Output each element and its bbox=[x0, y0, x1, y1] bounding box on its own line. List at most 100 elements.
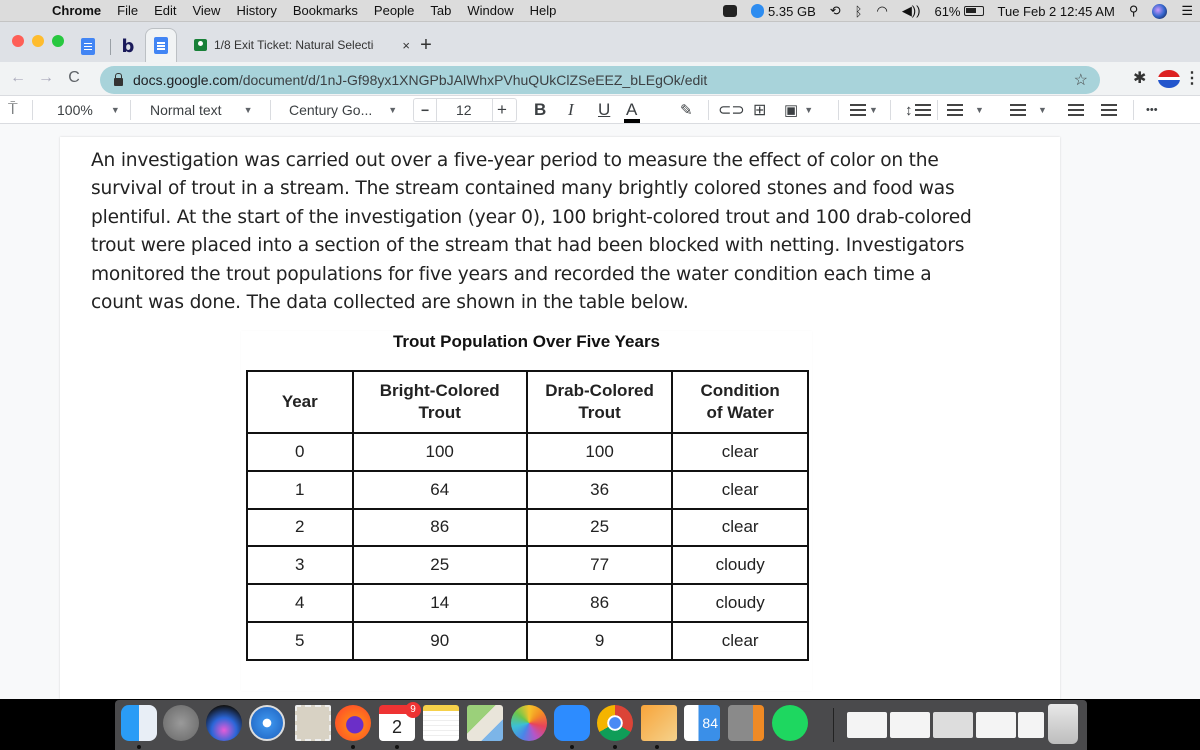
memory-status[interactable]: 5.35 GB bbox=[744, 4, 823, 19]
bulleted-list-icon[interactable]: ▼ bbox=[1010, 96, 1047, 124]
menu-bookmarks[interactable]: Bookmarks bbox=[285, 3, 366, 18]
bold-button[interactable]: B bbox=[534, 96, 546, 124]
launchpad-icon[interactable] bbox=[163, 705, 199, 741]
minimized-window[interactable] bbox=[890, 712, 930, 738]
spotify-icon[interactable] bbox=[772, 705, 808, 741]
add-comment-icon[interactable]: ⊞ bbox=[753, 96, 766, 124]
volume-icon[interactable]: ◀)) bbox=[895, 3, 928, 19]
cell-condition: clear bbox=[671, 507, 809, 548]
pages-icon[interactable] bbox=[641, 705, 677, 741]
decrease-indent-icon[interactable] bbox=[1068, 96, 1084, 124]
toolbar-divider bbox=[270, 100, 271, 120]
close-window-button[interactable] bbox=[12, 35, 24, 47]
trout-table-image[interactable]: Trout Population Over Five Years Year Br… bbox=[241, 331, 812, 691]
close-tab-icon[interactable]: × bbox=[402, 38, 410, 53]
pinned-tab-docs[interactable] bbox=[72, 30, 104, 62]
bluetooth-icon[interactable]: ᛒ bbox=[848, 4, 870, 19]
docs-toolbar: ⍑ 100% ▼ Normal text ▼ Century Go... ▼ − 12… bbox=[0, 96, 1200, 124]
table-row: 4 14 86 cloudy bbox=[246, 583, 809, 623]
minimize-window-button[interactable] bbox=[32, 35, 44, 47]
menu-people[interactable]: People bbox=[366, 3, 422, 18]
forward-button[interactable]: → bbox=[36, 69, 56, 87]
menu-chrome[interactable]: Chrome bbox=[44, 3, 109, 18]
finder-icon[interactable] bbox=[121, 705, 157, 741]
more-options-button[interactable]: ••• bbox=[1146, 96, 1158, 124]
safari-icon[interactable] bbox=[249, 705, 285, 741]
chrome-menu-kebab-icon[interactable]: ⋮ bbox=[1184, 68, 1200, 88]
decrease-font-size-button[interactable]: − bbox=[421, 96, 429, 124]
paint-format-icon[interactable]: ⍑ bbox=[8, 96, 18, 124]
battery-status[interactable]: 61% bbox=[927, 4, 990, 19]
menu-edit[interactable]: Edit bbox=[146, 3, 184, 18]
mail-icon[interactable] bbox=[295, 705, 331, 741]
fullscreen-window-button[interactable] bbox=[52, 35, 64, 47]
menu-history[interactable]: History bbox=[228, 3, 284, 18]
clock[interactable]: Tue Feb 2 12:45 AM bbox=[991, 4, 1122, 19]
siri-dock-icon[interactable] bbox=[206, 705, 242, 741]
cell-bright: 25 bbox=[351, 545, 528, 586]
notification-center-icon[interactable]: ☰ bbox=[1174, 3, 1200, 19]
menu-file[interactable]: File bbox=[109, 3, 146, 18]
profile-avatar[interactable] bbox=[1158, 70, 1180, 88]
font-family-select[interactable]: Century Go... ▼ bbox=[289, 96, 397, 124]
table-row: 1 64 36 clear bbox=[246, 469, 809, 510]
insert-image-icon[interactable]: ▣ ▼ bbox=[784, 96, 813, 124]
cell-condition: clear bbox=[671, 469, 809, 510]
menu-tab[interactable]: Tab bbox=[422, 3, 459, 18]
tab-divider bbox=[110, 39, 111, 55]
spotlight-search-icon[interactable]: ⚲ bbox=[1122, 3, 1146, 19]
document-paragraph[interactable]: An investigation was carried out over a … bbox=[91, 147, 1021, 317]
extensions-puzzle-icon[interactable]: ✱ bbox=[1133, 68, 1146, 88]
siri-icon[interactable] bbox=[1145, 3, 1174, 19]
trash-icon[interactable] bbox=[1048, 704, 1078, 744]
wifi-icon[interactable]: ◠ bbox=[869, 3, 894, 19]
tab-exit-ticket[interactable]: 1/8 Exit Ticket: Natural Selectio × bbox=[178, 28, 426, 62]
bookmark-star-icon[interactable]: ☆ bbox=[1074, 70, 1088, 90]
minimized-window[interactable] bbox=[1018, 712, 1044, 738]
menu-window[interactable]: Window bbox=[459, 3, 521, 18]
lock-icon[interactable] bbox=[114, 73, 123, 86]
chevron-down-icon: ▼ bbox=[110, 105, 120, 115]
notes-icon[interactable] bbox=[423, 705, 459, 741]
italic-button[interactable]: I bbox=[568, 96, 574, 124]
menu-view[interactable]: View bbox=[184, 3, 228, 18]
zoom-status-icon[interactable] bbox=[716, 5, 744, 17]
zoom-app-icon[interactable] bbox=[554, 705, 590, 741]
paragraph-style-select[interactable]: Normal text ▼ bbox=[150, 96, 253, 124]
calculator-icon[interactable] bbox=[728, 705, 764, 741]
cell-year: 2 bbox=[246, 507, 354, 548]
cell-drab: 100 bbox=[525, 432, 674, 472]
cell-year: 0 bbox=[246, 432, 354, 472]
chevron-down-icon: ▼ bbox=[1038, 105, 1047, 115]
firefox-icon[interactable] bbox=[335, 705, 371, 741]
new-tab-button[interactable]: + bbox=[414, 34, 438, 58]
reload-button[interactable]: C bbox=[64, 69, 84, 87]
line-spacing-icon[interactable]: ↕ bbox=[905, 96, 931, 124]
font-size-input[interactable]: 12 bbox=[456, 96, 472, 124]
highlight-pen-icon[interactable]: ✎ bbox=[680, 96, 693, 124]
back-button[interactable]: ← bbox=[8, 69, 28, 87]
table-row: 5 90 9 clear bbox=[246, 620, 809, 661]
increase-font-size-button[interactable]: + bbox=[497, 96, 507, 124]
pinned-tab-docs-active[interactable] bbox=[145, 28, 177, 62]
menu-help[interactable]: Help bbox=[522, 3, 565, 18]
running-indicator bbox=[613, 745, 617, 749]
align-left-icon[interactable]: ▼ bbox=[850, 96, 878, 124]
url-input[interactable]: docs.google.com/document/d/1nJ-Gf98yx1XN… bbox=[100, 66, 1100, 94]
chrome-icon[interactable] bbox=[597, 705, 633, 741]
pinned-tab-b[interactable]: b bbox=[112, 30, 144, 62]
google-docs-icon bbox=[81, 37, 95, 55]
insert-link-icon[interactable]: ⊂⊃ bbox=[718, 96, 745, 124]
zoom-select[interactable]: 100% ▼ bbox=[57, 96, 120, 124]
numbers-icon[interactable]: 84 bbox=[684, 705, 720, 741]
minimized-window[interactable] bbox=[976, 712, 1016, 738]
numbered-list-icon[interactable]: ▼ bbox=[947, 96, 984, 124]
increase-indent-icon[interactable] bbox=[1101, 96, 1117, 124]
underline-button[interactable]: U bbox=[598, 96, 610, 124]
photos-icon[interactable] bbox=[511, 705, 547, 741]
time-machine-icon[interactable]: ⟲ bbox=[823, 3, 848, 19]
maps-icon[interactable] bbox=[467, 705, 503, 741]
minimized-window[interactable] bbox=[847, 712, 887, 738]
text-color-button[interactable]: A bbox=[623, 96, 641, 124]
minimized-window[interactable] bbox=[933, 712, 973, 738]
